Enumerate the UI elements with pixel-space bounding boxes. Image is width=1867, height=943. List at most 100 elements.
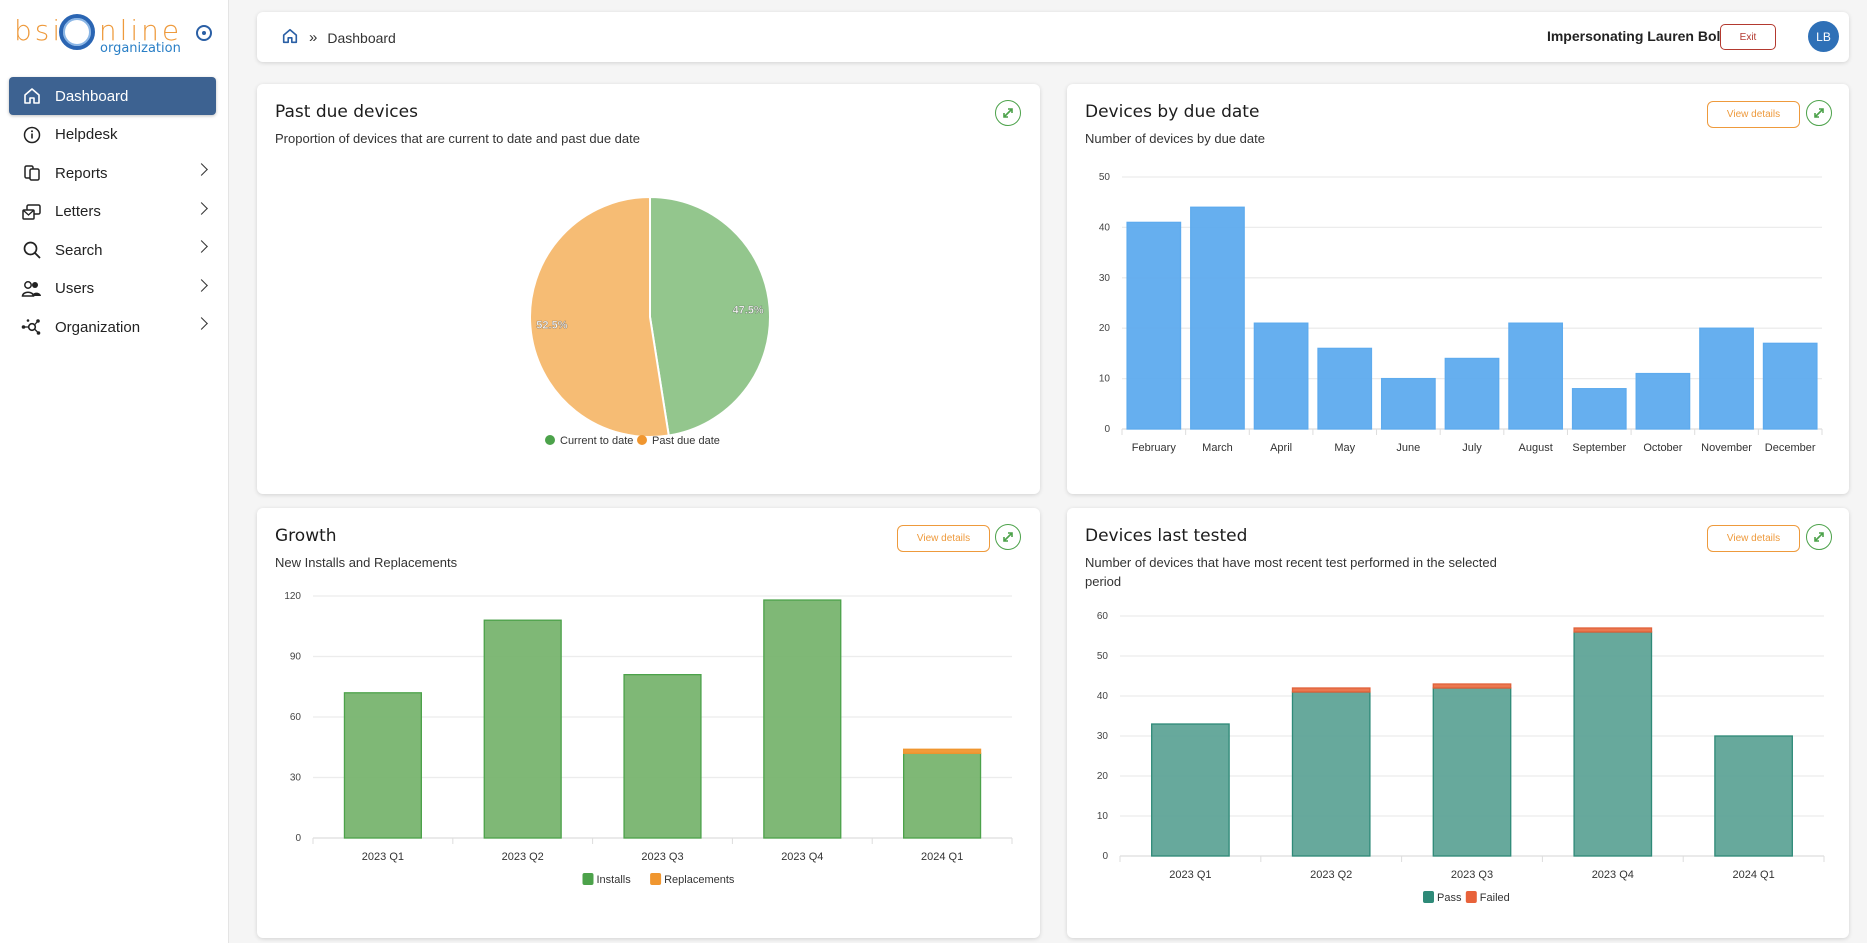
card-title: Growth	[275, 526, 337, 546]
breadcrumb-home-icon[interactable]	[281, 27, 299, 48]
legend-swatch	[545, 435, 555, 445]
y-tick-label: 50	[1097, 651, 1109, 662]
legend-label: Current to date	[560, 435, 633, 447]
y-tick-label: 20	[1099, 323, 1111, 334]
x-tick-label: 2024 Q1	[1732, 869, 1774, 881]
expand-icon	[1814, 532, 1824, 542]
sidebar-nav: Dashboard Helpdesk Reports Letters Searc…	[9, 77, 216, 347]
y-tick-label: 30	[1097, 731, 1109, 742]
bar	[623, 674, 702, 839]
bar	[1151, 723, 1230, 857]
last-tested-stacked-bar-chart: 0 10 20 30 40 50 60 2023 Q1 2023 Q2 2023 Q3 2023 Q…	[1097, 611, 1825, 904]
sidebar-item-search[interactable]: Search	[9, 231, 216, 269]
y-tick-label: 40	[1099, 222, 1111, 233]
expand-button[interactable]	[1806, 100, 1832, 126]
bar	[1291, 691, 1371, 857]
x-tick-label: 2023 Q1	[362, 851, 404, 863]
y-tick-label: 0	[1102, 851, 1108, 862]
legend-label: Pass	[1437, 892, 1462, 904]
users-icon	[21, 278, 43, 300]
x-tick-label: May	[1334, 442, 1355, 454]
bar	[1432, 687, 1512, 857]
sidebar-item-label: Search	[55, 241, 103, 259]
devices-last-tested-card: Devices last tested Number of devices th…	[1067, 508, 1849, 938]
view-details-button[interactable]: View details	[1707, 525, 1800, 552]
y-tick-label: 10	[1099, 374, 1111, 385]
sidebar-toggle-button[interactable]	[196, 25, 212, 41]
y-tick-label: 0	[1104, 424, 1110, 435]
x-tick-label: April	[1270, 442, 1292, 454]
letters-icon	[21, 201, 43, 223]
legend-swatch	[1465, 891, 1477, 903]
home-icon	[21, 85, 43, 107]
sidebar-item-dashboard[interactable]: Dashboard	[9, 77, 216, 115]
expand-button[interactable]	[995, 100, 1021, 126]
bar	[1573, 627, 1653, 633]
x-tick-label: August	[1519, 442, 1553, 454]
x-tick-label: June	[1396, 442, 1420, 454]
y-tick-label: 90	[290, 652, 302, 663]
chevron-right-icon	[195, 317, 208, 330]
y-tick-label: 10	[1097, 811, 1109, 822]
brand-sub: organization	[100, 41, 181, 56]
view-details-button[interactable]: View details	[897, 525, 990, 552]
top-bar: » Dashboard Impersonating Lauren Bolek E…	[257, 12, 1849, 62]
bar	[343, 692, 422, 839]
view-details-button[interactable]: View details	[1707, 101, 1800, 128]
expand-button[interactable]	[1806, 524, 1832, 550]
info-icon	[21, 124, 43, 146]
legend-swatch	[1423, 891, 1434, 903]
organization-icon	[21, 316, 43, 338]
sidebar-item-label: Dashboard	[55, 87, 129, 105]
x-tick-label: 2023 Q3	[1451, 869, 1493, 881]
x-tick-label: 2023 Q3	[641, 851, 683, 863]
expand-icon	[1003, 108, 1013, 118]
y-tick-label: 0	[295, 833, 301, 844]
growth-card: Growth New Installs and Replacements Vie…	[257, 508, 1040, 938]
sidebar-item-helpdesk[interactable]: Helpdesk	[9, 116, 216, 154]
bar	[1699, 327, 1754, 430]
bar	[1126, 221, 1182, 430]
legend-swatch	[650, 873, 662, 885]
x-tick-label: 2023 Q4	[781, 851, 823, 863]
x-tick-label: 2023 Q2	[1310, 869, 1352, 881]
bar	[1635, 372, 1691, 430]
x-tick-label: 2024 Q1	[921, 851, 963, 863]
sidebar-item-label: Organization	[55, 318, 141, 336]
y-tick-label: 50	[1099, 172, 1111, 183]
bar	[1573, 631, 1653, 857]
past-due-pie-chart: 47.5% 52.5% Current to date Past due date	[529, 195, 772, 447]
y-tick-label: 30	[290, 773, 302, 784]
reports-icon	[21, 162, 43, 184]
y-tick-label: 40	[1097, 691, 1109, 702]
sidebar-item-users[interactable]: Users	[9, 270, 216, 308]
y-tick-label: 20	[1097, 771, 1109, 782]
bar	[903, 752, 982, 839]
sidebar-item-organization[interactable]: Organization	[9, 308, 216, 346]
sidebar-item-label: Reports	[55, 164, 108, 182]
x-tick-label: November	[1701, 442, 1752, 454]
card-subtitle: Number of devices by due date	[1085, 131, 1265, 146]
card-subtitle: New Installs and Replacements	[275, 555, 458, 570]
sidebar-item-label: Letters	[55, 203, 101, 220]
brand-ring-icon	[59, 14, 95, 50]
x-tick-label: September	[1572, 442, 1626, 454]
expand-button[interactable]	[995, 524, 1021, 550]
sidebar-item-reports[interactable]: Reports	[9, 154, 216, 192]
brand-logo[interactable]: bsi nline organization	[14, 12, 184, 58]
past-due-devices-card: Past due devices Proportion of devices t…	[257, 84, 1040, 494]
card-title: Past due devices	[275, 102, 418, 122]
pie-data-label: 47.5%	[732, 304, 763, 316]
breadcrumb: » Dashboard	[281, 27, 396, 48]
card-title: Devices last tested	[1085, 526, 1248, 546]
legend-label: Past due date	[652, 435, 720, 447]
bar	[483, 619, 562, 839]
legend-swatch	[582, 873, 594, 885]
pie-data-label: 52.5%	[536, 320, 567, 332]
exit-impersonation-button[interactable]: Exit	[1720, 24, 1776, 50]
sidebar-item-letters[interactable]: Letters	[9, 193, 216, 231]
bar	[1190, 206, 1245, 430]
chevron-right-icon	[195, 278, 208, 292]
avatar[interactable]: LB	[1808, 21, 1839, 52]
chevron-right-icon	[195, 201, 208, 215]
